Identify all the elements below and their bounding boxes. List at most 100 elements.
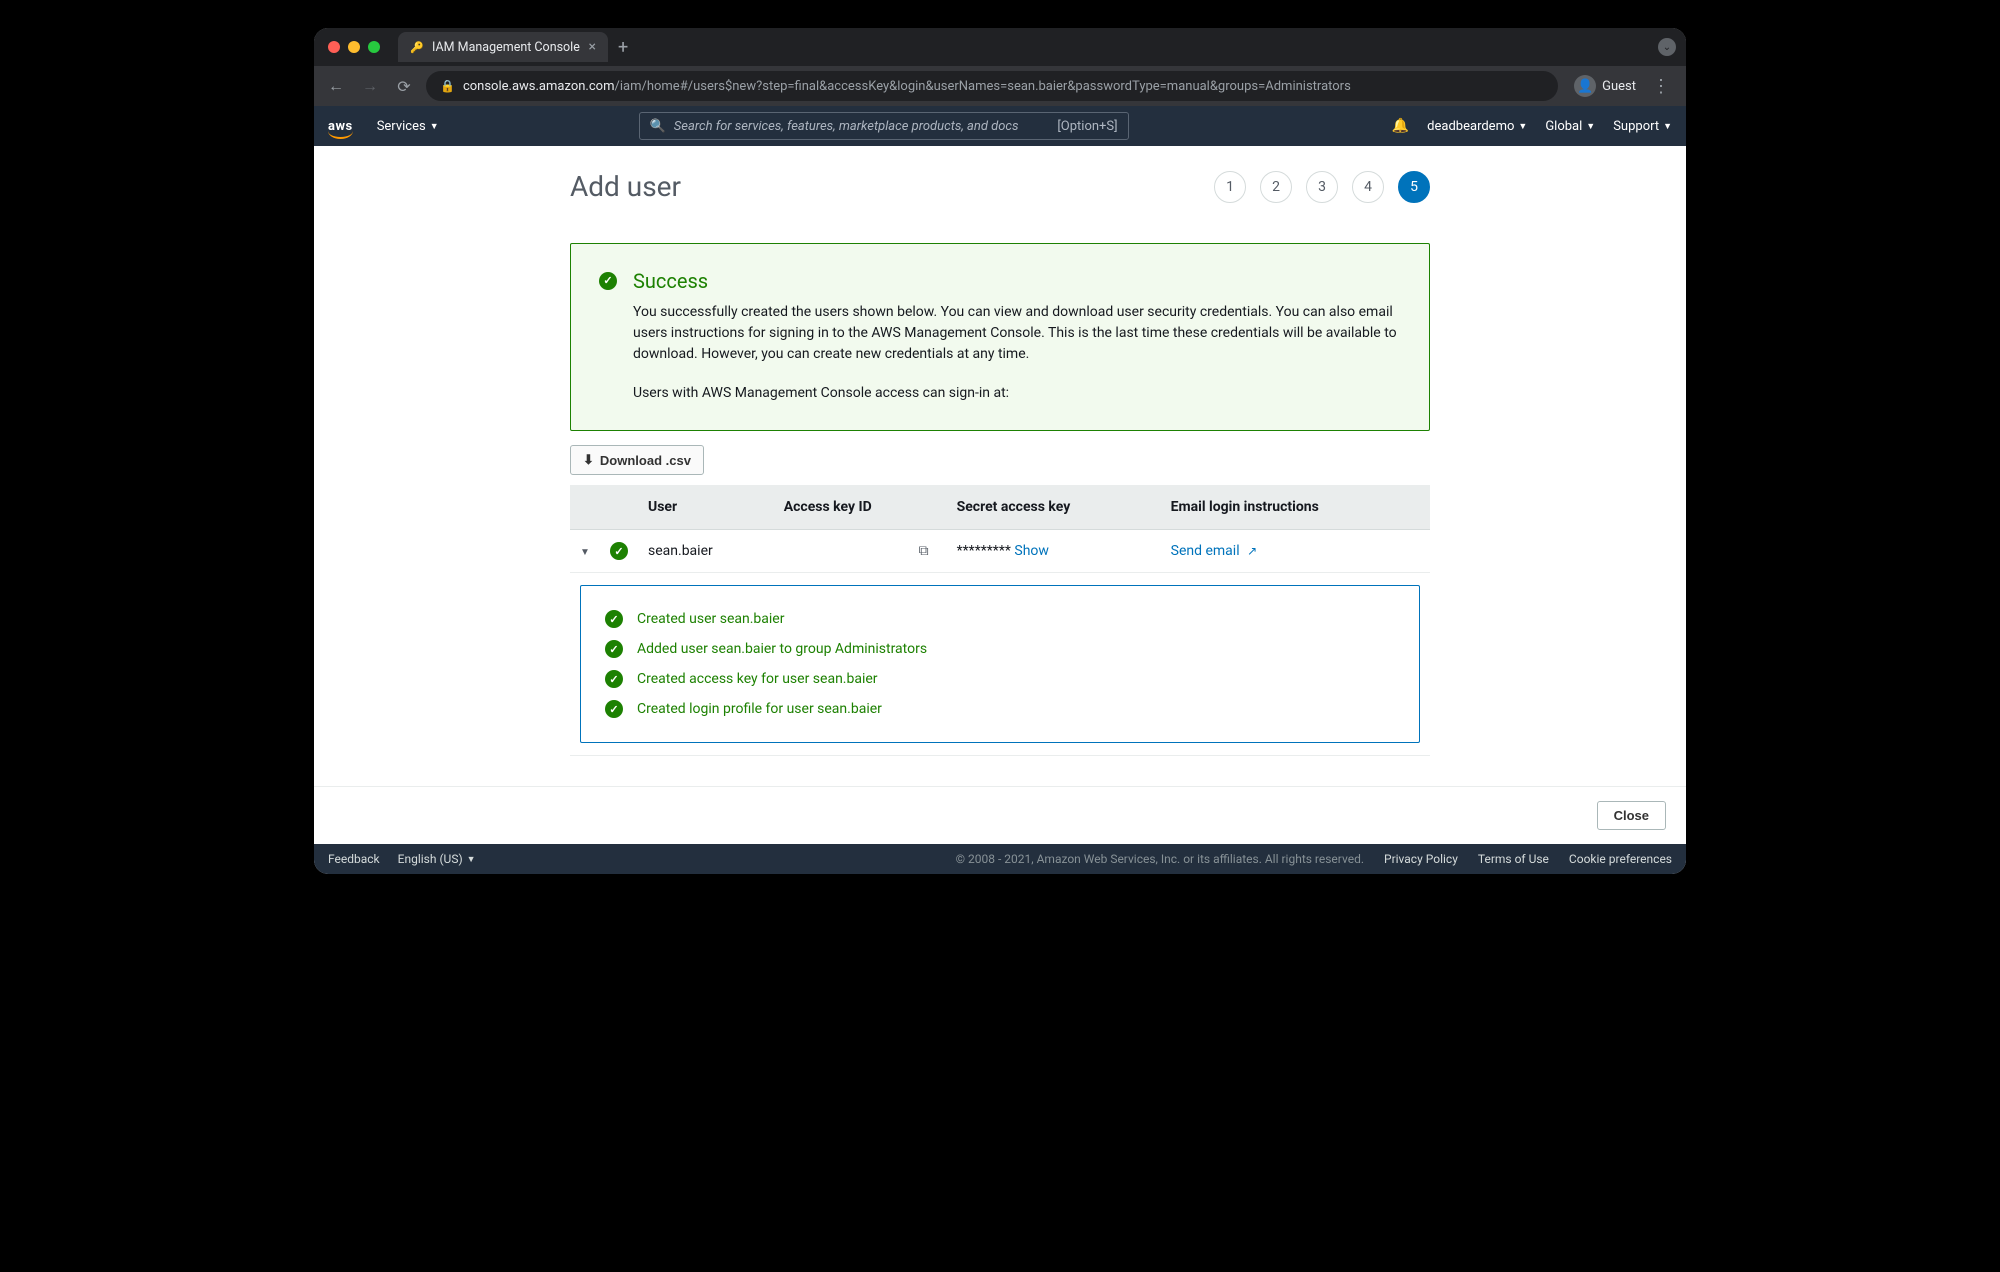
services-menu[interactable]: Services ▼ bbox=[377, 119, 439, 134]
step-4[interactable]: 4 bbox=[1352, 171, 1384, 203]
download-label: Download .csv bbox=[600, 453, 691, 468]
event-check-icon: ✓ bbox=[605, 610, 623, 628]
copy-access-key-icon[interactable]: ⧉ bbox=[919, 543, 929, 559]
event-item: ✓ Added user sean.baier to group Adminis… bbox=[605, 634, 1395, 664]
content: Add user 1 2 3 4 5 ✓ Success You success… bbox=[570, 146, 1430, 786]
nav-reload-button[interactable]: ⟳ bbox=[392, 77, 416, 96]
event-check-icon: ✓ bbox=[605, 670, 623, 688]
tab-title: IAM Management Console bbox=[432, 40, 580, 55]
title-row: Add user 1 2 3 4 5 bbox=[570, 170, 1430, 203]
show-secret-link[interactable]: Show bbox=[1014, 543, 1049, 559]
event-item: ✓ Created login profile for user sean.ba… bbox=[605, 694, 1395, 724]
window-zoom-icon[interactable] bbox=[368, 41, 380, 53]
caret-down-icon: ▼ bbox=[430, 121, 439, 132]
table-row: ▼ ✓ sean.baier ⧉ ********* Show Send e bbox=[570, 530, 1430, 573]
account-menu[interactable]: deadbeardemo ▼ bbox=[1427, 119, 1527, 134]
event-item: ✓ Created access key for user sean.baier bbox=[605, 664, 1395, 694]
tab-close-icon[interactable]: × bbox=[589, 39, 596, 55]
step-5[interactable]: 5 bbox=[1398, 171, 1430, 203]
profile-chip[interactable]: 👤 Guest bbox=[1574, 75, 1636, 97]
col-user: User bbox=[638, 485, 774, 530]
col-akid: Access key ID bbox=[774, 485, 947, 530]
success-alert: ✓ Success You successfully created the u… bbox=[570, 243, 1430, 431]
copyright-text: © 2008 - 2021, Amazon Web Services, Inc.… bbox=[956, 852, 1364, 866]
aws-header: aws Services ▼ 🔍 Search for services, fe… bbox=[314, 106, 1686, 146]
notifications-icon[interactable]: 🔔 bbox=[1392, 118, 1409, 134]
caret-down-icon: ▼ bbox=[467, 854, 476, 865]
caret-down-icon: ▼ bbox=[1663, 121, 1672, 132]
search-placeholder: Search for services, features, marketpla… bbox=[674, 119, 1019, 134]
col-secret: Secret access key bbox=[947, 485, 1161, 530]
search-shortcut: [Option+S] bbox=[1057, 119, 1117, 134]
nav-back-button[interactable]: ← bbox=[324, 76, 348, 96]
cell-username: sean.baier bbox=[638, 530, 774, 573]
browser-tab[interactable]: 🔑 IAM Management Console × bbox=[398, 32, 608, 62]
url-host: console.aws.amazon.com bbox=[463, 79, 615, 94]
browser-chrome: 🔑 IAM Management Console × + ⌄ ← → ⟳ 🔒 c… bbox=[314, 28, 1686, 106]
tab-overflow-icon[interactable]: ⌄ bbox=[1658, 38, 1676, 56]
event-check-icon: ✓ bbox=[605, 640, 623, 658]
browser-tabbar: 🔑 IAM Management Console × + ⌄ bbox=[314, 28, 1686, 66]
event-text: Created access key for user sean.baier bbox=[637, 671, 878, 687]
table-details-row: ✓ Created user sean.baier ✓ Added user s… bbox=[570, 573, 1430, 756]
window-minimize-icon[interactable] bbox=[348, 41, 360, 53]
nav-forward-button[interactable]: → bbox=[358, 76, 382, 96]
step-2[interactable]: 2 bbox=[1260, 171, 1292, 203]
browser-toolbar: ← → ⟳ 🔒 console.aws.amazon.com/iam/home#… bbox=[314, 66, 1686, 106]
row-expand-toggle[interactable]: ▼ bbox=[580, 547, 590, 558]
event-item: ✓ Created user sean.baier bbox=[605, 604, 1395, 634]
row-status-icon: ✓ bbox=[610, 542, 628, 560]
profile-label: Guest bbox=[1602, 79, 1636, 94]
feedback-link[interactable]: Feedback bbox=[328, 852, 380, 866]
support-menu[interactable]: Support ▼ bbox=[1613, 119, 1672, 134]
browser-menu-button[interactable]: ⋮ bbox=[1646, 76, 1676, 97]
language-menu[interactable]: English (US) ▼ bbox=[398, 852, 476, 866]
services-label: Services bbox=[377, 119, 426, 134]
send-email-link[interactable]: Send email ↗ bbox=[1171, 543, 1258, 559]
address-bar[interactable]: 🔒 console.aws.amazon.com/iam/home#/users… bbox=[426, 71, 1558, 101]
aws-search-input[interactable]: 🔍 Search for services, features, marketp… bbox=[639, 112, 1129, 140]
region-menu[interactable]: Global ▼ bbox=[1545, 119, 1595, 134]
table-header-row: User Access key ID Secret access key Ema… bbox=[570, 485, 1430, 530]
window-close-icon[interactable] bbox=[328, 41, 340, 53]
success-paragraph-1: You successfully created the users shown… bbox=[633, 302, 1401, 365]
lock-icon: 🔒 bbox=[440, 79, 455, 93]
aws-logo[interactable]: aws bbox=[328, 119, 353, 134]
event-text: Created login profile for user sean.baie… bbox=[637, 701, 882, 717]
account-label: deadbeardemo bbox=[1427, 119, 1514, 134]
new-tab-button[interactable]: + bbox=[618, 37, 628, 58]
secret-masked: ********* bbox=[957, 543, 1011, 559]
col-expand bbox=[570, 485, 600, 530]
region-label: Global bbox=[1545, 119, 1582, 134]
avatar-icon: 👤 bbox=[1574, 75, 1596, 97]
external-link-icon: ↗ bbox=[1247, 544, 1257, 558]
col-email: Email login instructions bbox=[1161, 485, 1430, 530]
caret-down-icon: ▼ bbox=[1586, 121, 1595, 132]
download-csv-button[interactable]: ⬇ Download .csv bbox=[570, 445, 704, 475]
event-text: Created user sean.baier bbox=[637, 611, 784, 627]
event-text: Added user sean.baier to group Administr… bbox=[637, 641, 927, 657]
page: Add user 1 2 3 4 5 ✓ Success You success… bbox=[314, 146, 1686, 844]
privacy-link[interactable]: Privacy Policy bbox=[1384, 852, 1458, 866]
aws-footer: Feedback English (US) ▼ © 2008 - 2021, A… bbox=[314, 844, 1686, 874]
step-3[interactable]: 3 bbox=[1306, 171, 1338, 203]
tab-favicon-icon: 🔑 bbox=[410, 40, 424, 54]
wizard-stepper: 1 2 3 4 5 bbox=[1214, 171, 1430, 203]
language-label: English (US) bbox=[398, 852, 463, 866]
caret-down-icon: ▼ bbox=[1518, 121, 1527, 132]
close-button[interactable]: Close bbox=[1597, 801, 1666, 830]
window-controls bbox=[328, 41, 380, 53]
search-icon: 🔍 bbox=[650, 119, 666, 134]
page-title: Add user bbox=[570, 170, 681, 203]
success-paragraph-2: Users with AWS Management Console access… bbox=[633, 383, 1401, 404]
users-table: User Access key ID Secret access key Ema… bbox=[570, 485, 1430, 756]
creation-events-box: ✓ Created user sean.baier ✓ Added user s… bbox=[580, 585, 1420, 743]
cookie-link[interactable]: Cookie preferences bbox=[1569, 852, 1672, 866]
success-check-icon: ✓ bbox=[599, 272, 617, 290]
download-icon: ⬇ bbox=[583, 452, 594, 468]
step-1[interactable]: 1 bbox=[1214, 171, 1246, 203]
terms-link[interactable]: Terms of Use bbox=[1478, 852, 1549, 866]
support-label: Support bbox=[1613, 119, 1659, 134]
action-bar: Close bbox=[314, 786, 1686, 844]
col-status bbox=[600, 485, 638, 530]
